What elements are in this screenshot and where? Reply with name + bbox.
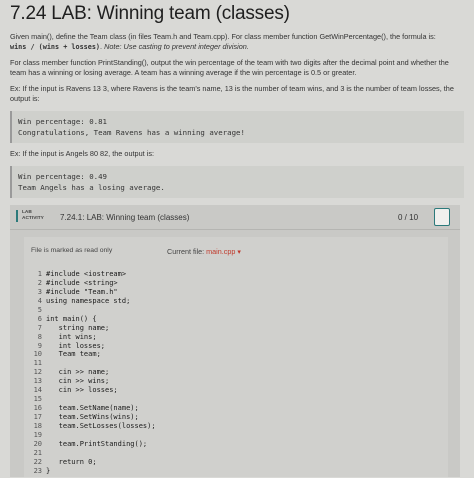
code-line[interactable]: 5 xyxy=(24,306,448,315)
lab-score: 0 / 10 xyxy=(398,213,419,222)
lab-header: LAB ACTIVITY 7.24.1: LAB: Winning team (c… xyxy=(10,205,460,230)
example2-output: Win percentage: 0.49 Team Angels has a l… xyxy=(10,166,464,198)
lab-badge: LAB ACTIVITY xyxy=(16,210,44,222)
line-number: 20 xyxy=(33,439,42,448)
code-text: #include <iostream> xyxy=(46,270,127,278)
code-text: team.SetWins(wins); xyxy=(46,413,139,421)
line-number: 3 xyxy=(37,287,42,296)
line-number: 12 xyxy=(33,368,42,377)
code-line[interactable]: 18 team.SetLosses(losses); xyxy=(24,422,448,431)
code-line[interactable]: 12 cin >> name; xyxy=(24,368,448,377)
line-number: 23 xyxy=(33,466,42,475)
line-number: 14 xyxy=(33,386,42,395)
description: 7.24 LAB: Winning team (classes) Given m… xyxy=(0,0,474,211)
code-line[interactable]: 11 xyxy=(24,359,448,368)
code-line[interactable]: 23} xyxy=(24,467,448,476)
code-text: return 0; xyxy=(46,457,97,466)
code-text: team.SetLosses(losses); xyxy=(46,421,156,430)
code-line[interactable]: 9 int losses; xyxy=(24,342,448,351)
example1-paragraph: Ex: If the input is Ravens 13 3, where R… xyxy=(10,84,454,103)
line-number: 19 xyxy=(33,430,42,439)
code-line[interactable]: 19 xyxy=(24,431,448,440)
example1-output: Win percentage: 0.81 Congratulations, Te… xyxy=(10,111,464,143)
line-number: 4 xyxy=(37,296,42,305)
line-number: 10 xyxy=(33,350,42,359)
line-number: 17 xyxy=(33,413,42,421)
code-text: team.SetName(name); xyxy=(46,404,139,413)
code-line[interactable]: 21 xyxy=(24,449,448,458)
code-line[interactable]: 6 int main() { xyxy=(24,315,448,324)
example2-paragraph: Ex: If the input is Angels 80 82, the ou… xyxy=(10,149,155,158)
code-text: team.PrintStanding(); xyxy=(46,439,148,448)
code-line[interactable]: 10 Team team; xyxy=(24,350,448,359)
code-line[interactable]: 22 return 0; xyxy=(24,458,448,467)
page-title: 7.24 LAB: Winning team (classes) xyxy=(10,3,290,24)
line-number: 9 xyxy=(37,341,42,350)
code-line[interactable]: 3 #include "Team.h" xyxy=(24,288,448,297)
code-text: string name; xyxy=(46,323,110,332)
intro-paragraph: Given main(), define the Team class (in … xyxy=(10,32,436,51)
code-lines[interactable]: 1 #include <iostream> 2 #include <string> 3 #… xyxy=(24,270,448,476)
line-number: 18 xyxy=(33,421,42,430)
line-number: 21 xyxy=(33,448,42,457)
current-file-name[interactable]: main.cpp xyxy=(206,247,235,256)
code-line[interactable]: 13 cin >> wins; xyxy=(24,377,448,386)
formula: wins / (wins + losses) xyxy=(10,43,101,51)
readonly-notice: File is marked as read only xyxy=(31,247,113,254)
code-line[interactable]: 4 using namespace std; xyxy=(24,297,448,306)
code-text: #include <string> xyxy=(46,278,118,287)
line-number: 8 xyxy=(37,332,42,341)
code-text: int losses; xyxy=(46,341,106,350)
code-editor[interactable]: File is marked as read only Current file… xyxy=(24,237,448,477)
print-standing-paragraph: For class member function PrintStanding(… xyxy=(10,58,449,77)
code-text: int main() { xyxy=(46,314,97,323)
code-text: using namespace std; xyxy=(46,296,131,305)
code-text: cin >> losses; xyxy=(46,386,118,395)
code-line[interactable]: 8 int wins; xyxy=(24,333,448,342)
code-line[interactable]: 1 #include <iostream> xyxy=(24,270,448,279)
lab-activity: LAB ACTIVITY 7.24.1: LAB: Winning team (c… xyxy=(10,205,460,477)
current-file[interactable]: Current file: main.cpp ▾ xyxy=(167,247,241,256)
formula-note: Note: Use casting to prevent integer div… xyxy=(104,42,249,51)
line-number: 22 xyxy=(33,457,42,466)
score-box xyxy=(434,208,450,226)
line-number: 13 xyxy=(33,377,42,386)
code-text: Team team; xyxy=(46,350,101,359)
code-text: #include "Team.h" xyxy=(46,287,118,296)
code-line[interactable]: 14 cin >> losses; xyxy=(24,386,448,395)
line-number: 11 xyxy=(33,359,42,368)
code-line[interactable]: 7 string name; xyxy=(24,324,448,333)
line-number: 5 xyxy=(37,305,42,314)
code-line[interactable]: 17 team.SetWins(wins); xyxy=(24,413,448,422)
code-line[interactable]: 15 xyxy=(24,395,448,404)
editor-toolbar: File is marked as read only Current file… xyxy=(24,237,448,259)
chevron-down-icon[interactable]: ▾ xyxy=(237,247,241,256)
line-number: 1 xyxy=(37,270,42,278)
line-number: 2 xyxy=(37,278,42,287)
code-line[interactable]: 16 team.SetName(name); xyxy=(24,404,448,413)
code-text: cin >> wins; xyxy=(46,377,110,386)
code-text: } xyxy=(46,466,51,475)
code-line[interactable]: 20 team.PrintStanding(); xyxy=(24,440,448,449)
line-number: 6 xyxy=(37,314,42,323)
line-number: 7 xyxy=(37,323,42,332)
line-number: 15 xyxy=(33,395,42,404)
code-text: int wins; xyxy=(46,332,97,341)
code-text: cin >> name; xyxy=(46,368,110,377)
line-number: 16 xyxy=(33,404,42,413)
code-line[interactable]: 2 #include <string> xyxy=(24,279,448,288)
lab-title: 7.24.1: LAB: Winning team (classes) xyxy=(60,213,190,222)
